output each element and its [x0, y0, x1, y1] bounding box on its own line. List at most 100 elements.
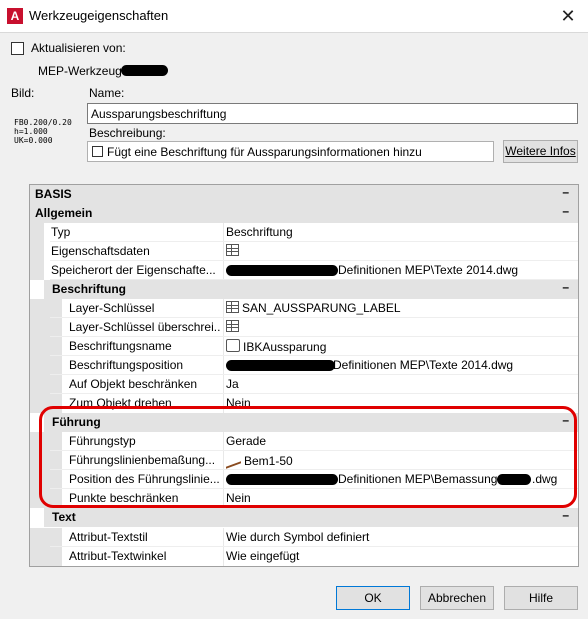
collapse-icon[interactable]: – [562, 413, 569, 427]
name-label: Name: [89, 86, 125, 100]
category-label: Führung [52, 415, 101, 429]
divider [223, 337, 224, 356]
close-icon[interactable]: ✕ [556, 5, 580, 27]
property-value-text: IBKAussparung [243, 340, 327, 354]
property-name: Layer-Schlüssel überschrei... [69, 320, 221, 334]
property-value-text: SAN_AUSSPARUNG_LABEL [242, 301, 401, 315]
redaction [497, 474, 531, 485]
property-value: Wie durch Symbol definiert [226, 530, 370, 544]
property-row[interactable]: Eigenschaftsdaten [30, 242, 578, 261]
aktualisieren-checkbox[interactable] [11, 42, 24, 55]
property-row[interactable]: Layer-Schlüssel SAN_AUSSPARUNG_LABEL [30, 299, 578, 318]
property-value-text: Bem1-50 [244, 454, 293, 468]
property-row[interactable]: Auf Objekt beschränken Ja [30, 375, 578, 394]
category-allgemein[interactable]: Allgemein – [30, 204, 578, 223]
property-value: Wie eingefügt [226, 549, 300, 563]
cancel-button[interactable]: Abbrechen [420, 586, 494, 610]
table-icon[interactable] [226, 301, 239, 313]
property-name: Punkte beschränken [69, 491, 179, 505]
table-icon[interactable] [226, 244, 239, 256]
property-value: Ja [226, 377, 239, 391]
property-value: SAN_AUSSPARUNG_LABEL [226, 301, 401, 315]
divider [223, 451, 224, 470]
property-row[interactable]: Führungslinienbemaßung... Bem1-50 [30, 450, 578, 470]
property-value: Definitionen MEP\Bemassungsst [338, 472, 513, 486]
preview-line: h=1.000 [14, 127, 48, 136]
property-row[interactable]: Speicherort der Eigenschafte... Definiti… [30, 261, 578, 280]
category-label: Beschriftung [52, 282, 127, 296]
help-button[interactable]: Hilfe [504, 586, 578, 610]
beschreibung-field[interactable]: Fügt eine Beschriftung für Aussparungsin… [87, 141, 494, 162]
help-label: Hilfe [528, 591, 553, 605]
property-value: IBKAussparung [226, 339, 326, 354]
divider [223, 394, 224, 413]
dimension-style-icon [226, 450, 241, 469]
category-fuehrung[interactable]: Führung – [44, 413, 578, 432]
property-row[interactable]: Zum Objekt drehen Nein [30, 394, 578, 413]
divider [223, 432, 224, 451]
preview-line: UK=0.000 [14, 136, 53, 145]
divider [223, 547, 224, 566]
property-name: Auf Objekt beschränken [69, 377, 198, 391]
beschreibung-value: Fügt eine Beschriftung für Aussparungsin… [107, 145, 422, 159]
name-field[interactable]: Aussparungsbeschriftung [87, 103, 578, 124]
tool-source-label: MEP-Werkzeuge [38, 64, 129, 78]
bild-label: Bild: [11, 86, 35, 100]
property-row[interactable]: Typ Beschriftung [30, 223, 578, 242]
property-row[interactable]: Punkte beschränken Nein [30, 489, 578, 508]
property-grid: BASIS – Allgemein – Typ Beschriftung Eig… [29, 184, 579, 530]
property-name: Beschriftungsposition [69, 358, 184, 372]
property-name: Beschriftungsname [69, 339, 172, 353]
property-name: Führungslinienbemaßung... [69, 453, 216, 467]
preview-line: FB0.200/0.20 [14, 118, 72, 127]
property-row[interactable]: Attribut-Textwinkel Wie eingefügt [30, 547, 578, 566]
property-row[interactable]: Führungstyp Gerade [30, 432, 578, 451]
table-icon[interactable] [226, 320, 239, 332]
property-grid-tail: Attribut-Textstil Wie durch Symbol defin… [29, 528, 579, 567]
property-name: Eigenschaftsdaten [51, 244, 150, 258]
property-row[interactable]: Beschriftungsposition Definitionen MEP\T… [30, 356, 578, 375]
property-name: Position des Führungslinie... [69, 472, 220, 486]
redaction [226, 265, 338, 276]
property-name: Attribut-Textstil [69, 530, 148, 544]
property-value: Definitionen MEP\Texte 2014.dwg [333, 358, 514, 372]
autocad-logo-icon: A [7, 8, 23, 24]
property-value: Beschriftung [226, 225, 293, 239]
weitere-infos-button[interactable]: Weitere Infos [503, 140, 578, 163]
redaction [226, 474, 338, 485]
property-name: Attribut-Textwinkel [69, 549, 167, 563]
divider [223, 470, 224, 489]
collapse-icon[interactable]: – [562, 280, 569, 294]
category-text[interactable]: Text – [44, 508, 578, 527]
collapse-icon[interactable]: – [562, 508, 569, 522]
property-name: Speicherort der Eigenschafte... [51, 263, 216, 277]
property-value-suffix: .dwg [532, 472, 558, 486]
category-basis[interactable]: BASIS – [30, 185, 578, 204]
property-row[interactable]: Layer-Schlüssel überschrei... [30, 318, 578, 337]
collapse-icon[interactable]: – [562, 204, 569, 218]
property-name: Typ [51, 225, 71, 239]
property-row[interactable]: Attribut-Textstil Wie durch Symbol defin… [30, 528, 578, 547]
category-label: Text [52, 510, 76, 524]
divider [223, 261, 224, 280]
property-value: Definitionen MEP\Texte 2014.dwg [338, 263, 519, 277]
property-row[interactable]: Beschriftungsname IBKAussparung [30, 337, 578, 356]
collapse-icon[interactable]: – [562, 185, 569, 199]
weitere-infos-label: Weitere Infos [505, 144, 576, 158]
label-style-icon [226, 339, 240, 352]
property-value: Nein [226, 491, 251, 505]
divider [223, 528, 224, 547]
property-value: Gerade [226, 434, 267, 448]
cancel-label: Abbrechen [427, 591, 487, 605]
property-row[interactable]: Position des Führungslinie... Definition… [30, 470, 578, 489]
property-value [226, 244, 242, 258]
divider [223, 489, 224, 508]
ok-button[interactable]: OK [336, 586, 410, 610]
property-name: Führungstyp [69, 434, 136, 448]
property-name: Zum Objekt drehen [69, 396, 172, 410]
category-label: BASIS [35, 187, 72, 201]
property-name: Layer-Schlüssel [69, 301, 155, 315]
category-beschriftung[interactable]: Beschriftung – [44, 280, 578, 299]
divider [223, 299, 224, 318]
redaction [121, 65, 168, 76]
